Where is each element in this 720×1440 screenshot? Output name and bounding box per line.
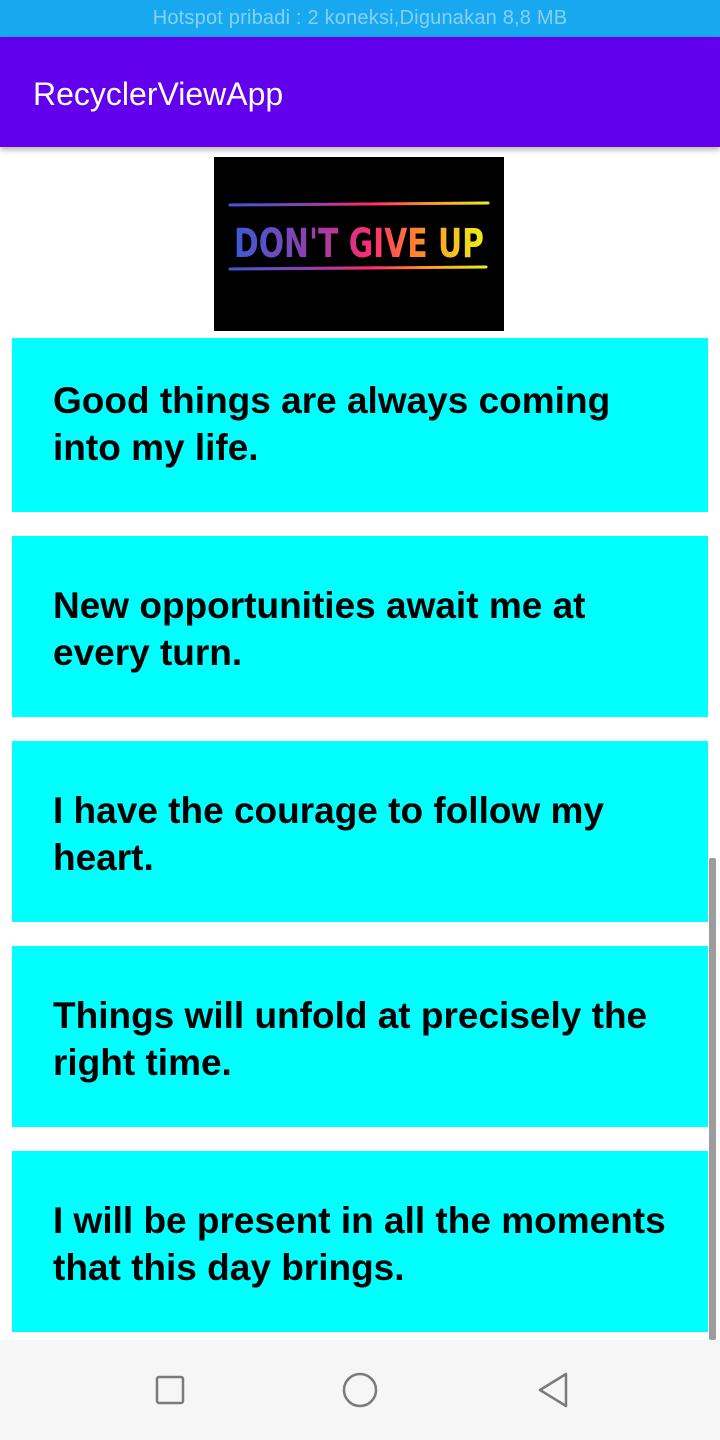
app-bar: RecyclerViewApp xyxy=(0,37,720,147)
status-text: Hotspot pribadi : 2 koneksi,Digunakan 8,… xyxy=(152,7,568,29)
list-item-text: I will be present in all the moments tha… xyxy=(53,1200,666,1288)
list-item-text: Things will unfold at precisely the righ… xyxy=(53,995,648,1083)
list-item[interactable]: Things will unfold at precisely the righ… xyxy=(12,946,708,1127)
banner-graphic: DON'T GIVE UP xyxy=(228,201,490,271)
back-button[interactable] xyxy=(509,1340,599,1440)
home-icon xyxy=(342,1372,378,1408)
banner-image: DON'T GIVE UP xyxy=(214,157,504,331)
list-item[interactable]: New opportunities await me at every turn… xyxy=(12,536,708,717)
recents-button[interactable] xyxy=(125,1340,215,1440)
status-bar: Hotspot pribadi : 2 koneksi,Digunakan 8,… xyxy=(0,0,720,37)
app-title: RecyclerViewApp xyxy=(33,76,284,112)
back-icon xyxy=(538,1372,568,1408)
list-item[interactable]: I have the courage to follow my heart. xyxy=(12,741,708,922)
list-item-text: I have the courage to follow my heart. xyxy=(53,790,604,878)
banner-text: DON'T GIVE UP xyxy=(234,221,484,267)
list-item-text: New opportunities await me at every turn… xyxy=(53,585,586,673)
home-button[interactable] xyxy=(315,1340,405,1440)
recents-icon xyxy=(155,1375,185,1405)
list-item-text: Good things are always coming into my li… xyxy=(53,380,611,468)
navigation-bar xyxy=(0,1340,720,1440)
list-item[interactable]: Good things are always coming into my li… xyxy=(12,338,708,512)
list-item[interactable]: I will be present in all the moments tha… xyxy=(12,1151,708,1332)
scrollbar[interactable] xyxy=(709,858,716,1340)
